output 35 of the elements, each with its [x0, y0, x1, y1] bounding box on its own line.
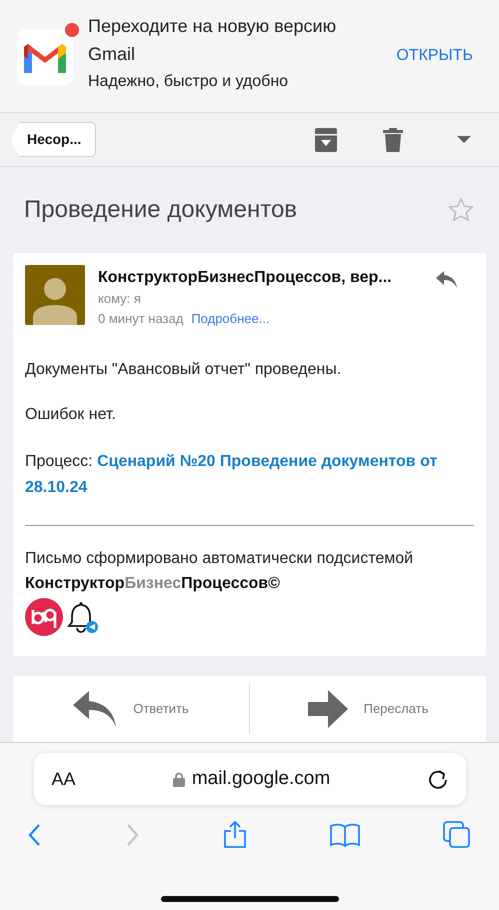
back-button[interactable]: Несор... [10, 122, 96, 157]
reply-button[interactable]: Ответить [13, 684, 249, 734]
forward-button[interactable]: Переслать [249, 684, 486, 734]
sent-time: 0 минут назад [98, 310, 184, 328]
brand-name: КонструкторБизнесПроцессов© [25, 574, 281, 594]
signature-text: Письмо сформировано автоматически подсистемой [25, 549, 414, 569]
reply-arrow-icon [73, 691, 118, 727]
lock-icon [172, 772, 185, 786]
avatar [25, 265, 85, 325]
sender-name: КонструкторБизнесПроцессов, вер... [98, 268, 393, 288]
star-icon[interactable] [447, 196, 475, 224]
details-link[interactable]: Подробнее... [191, 309, 270, 329]
reload-icon[interactable] [428, 768, 448, 790]
body-paragraph: Документы "Авансовый отчет" проведены. [25, 360, 342, 380]
email-subject: Проведение документов [24, 195, 298, 225]
archive-icon[interactable] [315, 128, 337, 152]
trash-icon[interactable] [383, 128, 403, 152]
dropdown-caret-icon[interactable] [457, 136, 471, 144]
tabs-icon[interactable] [443, 821, 471, 849]
process-text: Процесс: Сценарий №20 Проведение документов от 28.10.24 [25, 452, 438, 498]
forward-arrow-icon [308, 690, 348, 728]
gmail-logo [17, 29, 73, 85]
body-paragraph: Ошибок нет. [25, 405, 117, 425]
url-text: mail.google.com [192, 766, 330, 791]
address-bar[interactable]: AA mail.google.com [34, 753, 466, 805]
open-button[interactable]: ОТКРЫТЬ [396, 44, 473, 68]
reply-icon[interactable] [436, 271, 458, 289]
brand-logo [25, 598, 63, 636]
recipient-text: кому: я [98, 290, 142, 308]
bookmarks-icon[interactable] [330, 822, 360, 848]
banner-subtitle: Надежно, быстро и удобно [88, 72, 290, 92]
banner-title: Переходите на новую версию Gmail [88, 15, 338, 66]
bell-icon [67, 600, 99, 634]
share-icon[interactable] [222, 821, 246, 849]
text-size-button[interactable]: AA [52, 766, 76, 792]
